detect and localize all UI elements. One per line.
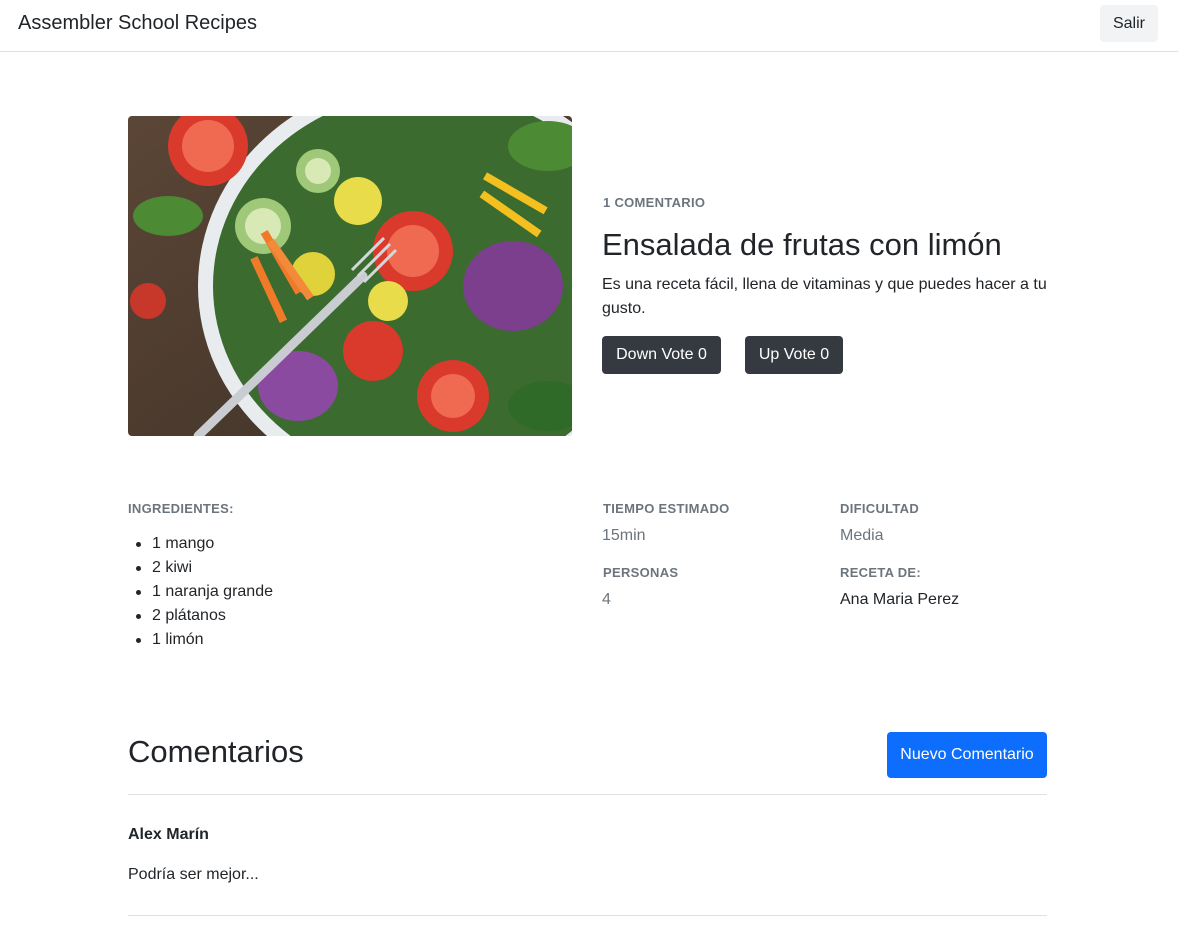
logout-button[interactable]: Salir: [1100, 5, 1158, 42]
list-item: 1 naranja grande: [128, 580, 273, 604]
difficulty-label: DIFICULTAD: [840, 501, 920, 516]
list-item: 2 kiwi: [128, 556, 273, 580]
people-label: PERSONAS: [603, 565, 679, 580]
brand-link[interactable]: Assembler School Recipes: [18, 12, 257, 35]
author-label: RECETA DE:: [840, 565, 921, 580]
comment-text: Podría ser mejor...: [128, 866, 259, 883]
top-navbar: Assembler School Recipes Salir: [0, 0, 1178, 52]
list-item: 2 plátanos: [128, 604, 273, 628]
comments-heading: Comentarios: [128, 734, 304, 769]
recipe-description: Es una receta fácil, llena de vitaminas …: [602, 276, 1047, 317]
time-value: 15min: [602, 527, 646, 544]
ingredients-label: INGREDIENTES:: [128, 501, 234, 516]
list-item: 1 limón: [128, 628, 273, 652]
people-value: 4: [602, 591, 611, 608]
recipe-image: [128, 116, 572, 436]
author-value: Ana Maria Perez: [840, 591, 960, 608]
divider: [128, 915, 1047, 916]
down-vote-button[interactable]: Down Vote 0: [602, 336, 721, 374]
difficulty-value: Media: [840, 527, 884, 544]
comment-count: 1 COMENTARIO: [603, 195, 706, 210]
time-label: TIEMPO ESTIMADO: [603, 501, 730, 516]
ingredients-list: 1 mango 2 kiwi 1 naranja grande 2 plátan…: [128, 532, 273, 652]
list-item: 1 mango: [128, 532, 273, 556]
divider: [128, 794, 1047, 795]
recipe-title: Ensalada de frutas con limón: [602, 227, 1002, 262]
up-vote-button[interactable]: Up Vote 0: [745, 336, 843, 374]
new-comment-button[interactable]: Nuevo Comentario: [887, 732, 1047, 778]
comment-author: Alex Marín: [128, 826, 209, 843]
